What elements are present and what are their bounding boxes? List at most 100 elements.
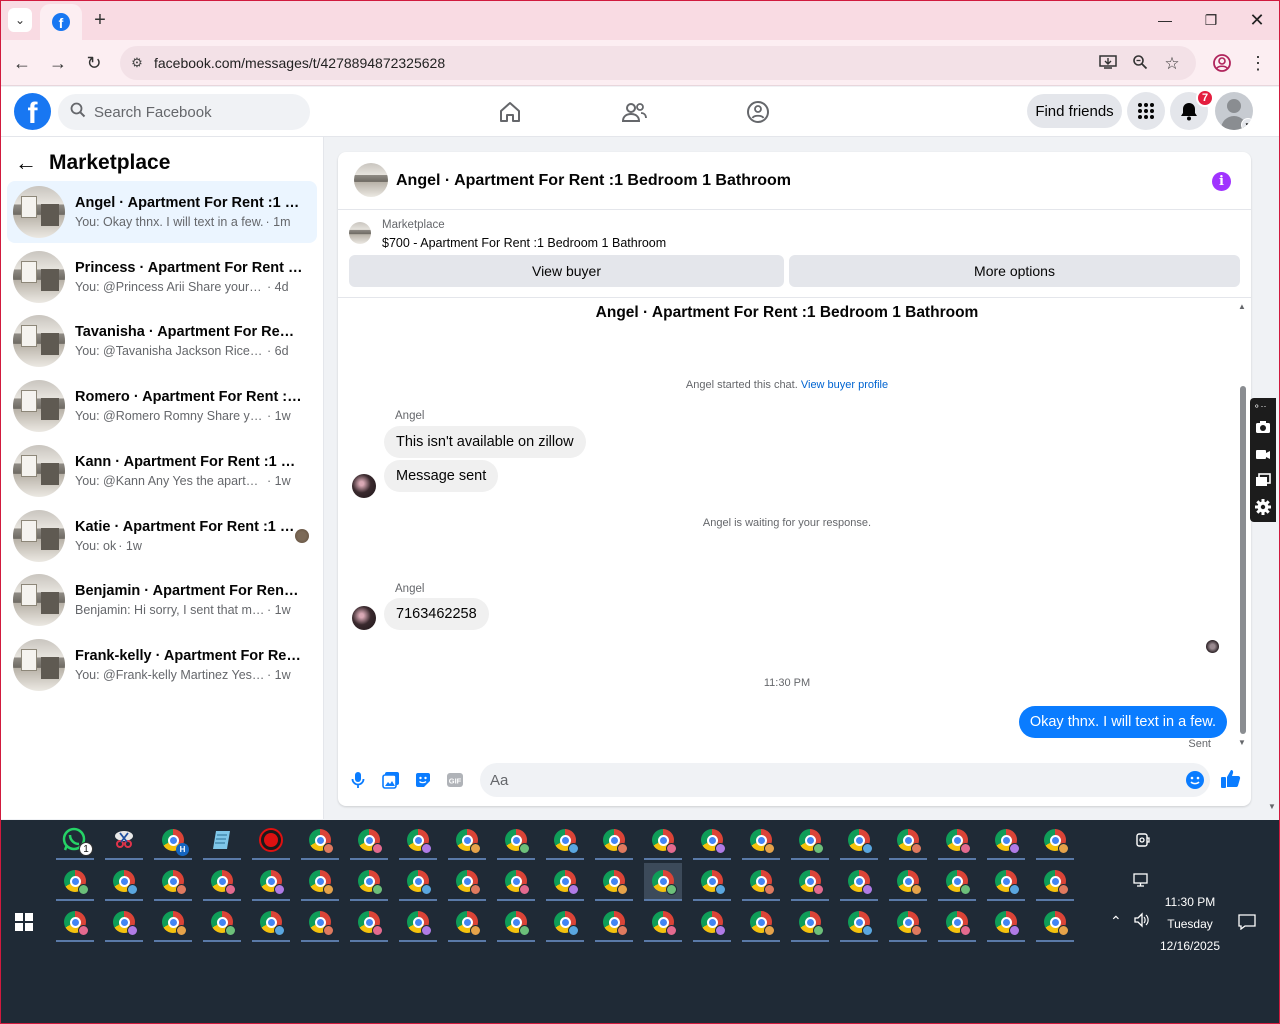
tab-search-button[interactable]: ⌄ [8,8,32,32]
minimize-button[interactable]: — [1151,8,1179,32]
chrome-profile-icon[interactable] [742,822,780,860]
chrome-profile-icon[interactable] [840,863,878,901]
more-options-button[interactable]: More options [789,255,1240,287]
gif-icon[interactable]: GIF [445,770,465,790]
chrome-profile-icon[interactable] [1036,822,1074,860]
windows-start-icon[interactable] [15,913,33,931]
view-buyer-profile-link[interactable]: View buyer profile [801,379,888,391]
grip-icon[interactable]: ⚬·· [1253,401,1267,412]
chrome-profile-icon[interactable] [644,904,682,942]
photo-icon[interactable] [381,770,401,790]
chrome-profile-icon[interactable] [546,904,584,942]
chrome-profile-icon[interactable] [791,822,829,860]
url-text[interactable]: facebook.com/messages/t/4278894872325628 [154,55,445,71]
system-clock[interactable]: 11:30 PM Tuesday 12/16/2025 [1150,891,1230,957]
chrome-profile-icon[interactable] [154,904,192,942]
scroll-up-arrow-icon[interactable]: ▲ [1238,302,1246,311]
chrome-profile-icon[interactable] [399,822,437,860]
chrome-profile-icon[interactable] [987,822,1025,860]
conversation-item[interactable]: Kann · Apartment For Rent :1 Bedroom 1 B… [7,440,317,502]
chat-title[interactable]: Angel · Apartment For Rent :1 Bedroom 1 … [396,172,791,190]
action-center-icon[interactable] [1238,914,1256,930]
chrome-profile-icon[interactable] [203,904,241,942]
zoom-icon[interactable] [1130,54,1150,72]
chrome-profile-icon[interactable] [742,863,780,901]
sender-avatar[interactable] [352,606,376,630]
maximize-button[interactable]: ❐ [1197,8,1225,32]
chrome-profile-icon[interactable] [399,863,437,901]
chrome-profile-icon[interactable] [693,904,731,942]
chrome-profile-icon[interactable] [448,904,486,942]
chrome-profile-icon[interactable] [595,904,633,942]
like-thumb-icon[interactable] [1220,768,1242,790]
chrome-profile-icon[interactable] [105,863,143,901]
listing-thumb[interactable] [349,222,371,244]
chrome-profile-icon[interactable] [252,863,290,901]
sender-avatar[interactable] [352,474,376,498]
chrome-profile-icon[interactable] [350,904,388,942]
chrome-profile-icon[interactable] [889,863,927,901]
browser-menu-icon[interactable]: ⋮ [1246,51,1270,75]
chrome-profile-icon[interactable] [889,904,927,942]
address-bar[interactable]: ⚙ facebook.com/messages/t/42788948723256… [120,46,1196,80]
chrome-profile-icon[interactable] [791,904,829,942]
chrome-profile-icon[interactable]: H [154,822,192,860]
find-friends-button[interactable]: Find friends [1027,94,1122,128]
chrome-profile-icon[interactable] [203,863,241,901]
chrome-profile-icon[interactable] [938,904,976,942]
record-icon[interactable] [252,822,290,860]
chrome-profile-icon[interactable] [1036,904,1074,942]
listing-avatar[interactable] [354,163,388,197]
chrome-profile-icon[interactable] [399,904,437,942]
chrome-profile-icon[interactable] [301,822,339,860]
emoji-icon[interactable] [1186,771,1204,789]
chrome-profile-icon[interactable] [546,863,584,901]
volume-icon[interactable] [1133,912,1151,928]
conversation-item[interactable]: Romero · Apartment For Rent :1 Bedroom 1… [7,375,317,437]
chrome-profile-icon[interactable] [154,863,192,901]
sticker-icon[interactable] [413,770,433,790]
chrome-profile-icon[interactable] [938,822,976,860]
chrome-profile-icon[interactable] [56,863,94,901]
page-scroll-down-icon[interactable]: ▼ [1268,802,1276,811]
conversation-item[interactable]: Angel · Apartment For Rent :1 Bedroom 1 … [7,181,317,243]
chrome-profile-icon[interactable] [840,904,878,942]
chrome-profile-icon[interactable] [693,863,731,901]
chrome-profile-icon[interactable] [448,822,486,860]
back-button[interactable]: ← [10,51,34,75]
friends-icon[interactable] [621,99,647,125]
chrome-profile-icon[interactable] [791,863,829,901]
chrome-profile-icon[interactable] [105,904,143,942]
conversation-item[interactable]: Katie · Apartment For Rent :1 Bedroom 1 … [7,505,317,567]
chrome-profile-icon[interactable] [301,904,339,942]
meet-now-icon[interactable] [1134,832,1152,848]
chrome-profile-icon[interactable] [595,822,633,860]
chrome-profile-icon[interactable] [693,822,731,860]
site-info-icon[interactable]: ⚙ [120,55,154,71]
chrome-profile-icon[interactable] [546,822,584,860]
menu-grid-button[interactable] [1127,92,1165,130]
incoming-message[interactable]: Message sent [384,460,499,492]
whatsapp-icon[interactable]: 1 [56,822,94,860]
close-window-button[interactable]: ✕ [1243,8,1271,32]
chrome-profile-icon[interactable] [301,863,339,901]
notepad-icon[interactable] [203,822,241,860]
network-icon[interactable] [1133,872,1151,888]
chrome-profile-icon[interactable] [742,904,780,942]
outgoing-message[interactable]: Okay thnx. I will text in a few. [1018,706,1227,738]
incoming-message[interactable]: This isn't available on zillow [384,426,586,458]
home-icon[interactable] [497,99,523,125]
conversation-item[interactable]: Benjamin · Apartment For Rent :1 Bedroom… [7,569,317,631]
search-facebook-box[interactable]: Search Facebook [58,94,310,130]
chat-scrollbar[interactable] [1240,386,1246,734]
chrome-profile-icon[interactable] [987,863,1025,901]
message-input[interactable] [480,763,1210,797]
tray-chevron-up-icon[interactable]: ⌃ [1110,913,1122,930]
snipping-tool-icon[interactable] [105,822,143,860]
microphone-icon[interactable] [348,770,368,790]
chrome-profile-icon[interactable] [497,863,535,901]
view-buyer-button[interactable]: View buyer [349,255,784,287]
chrome-profile-icon[interactable] [1036,863,1074,901]
chrome-profile-icon[interactable] [350,863,388,901]
scroll-down-arrow-icon[interactable]: ▼ [1238,738,1246,747]
